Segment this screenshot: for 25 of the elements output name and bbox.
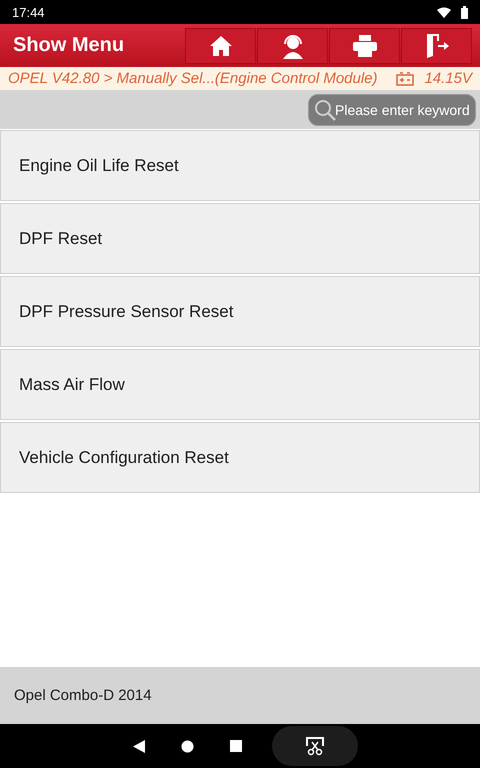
vehicle-name: Opel Combo-D 2014 [0,667,480,724]
exit-icon [424,34,448,58]
battery-icon [461,6,468,18]
clock: 17:44 [12,4,45,20]
scissors-icon [305,736,325,756]
screenshot-button[interactable] [272,726,358,766]
voltage-reading: 14.15V [424,70,472,87]
menu-item[interactable]: DPF Pressure Sensor Reset [0,276,480,347]
home-icon[interactable] [181,740,194,752]
home-button[interactable] [185,28,256,64]
menu-item[interactable]: Vehicle Configuration Reset [0,422,480,493]
menu-item[interactable]: DPF Reset [0,203,480,274]
back-icon[interactable] [133,740,145,752]
home-icon [210,36,232,56]
print-button[interactable] [329,28,400,64]
wifi-icon [437,6,451,18]
search-field[interactable]: Please enter keyword [308,94,476,126]
support-button[interactable] [257,28,328,64]
printer-icon [352,34,376,56]
exit-button[interactable] [401,28,472,64]
battery-icon [396,72,414,86]
page-title: Show Menu [13,34,126,57]
menu-item[interactable]: Engine Oil Life Reset [0,130,480,201]
breadcrumb-path: OPEL V42.80 > Manually Sel...(Engine Control Module) [8,70,379,87]
menu-item[interactable]: Mass Air Flow [0,349,480,420]
